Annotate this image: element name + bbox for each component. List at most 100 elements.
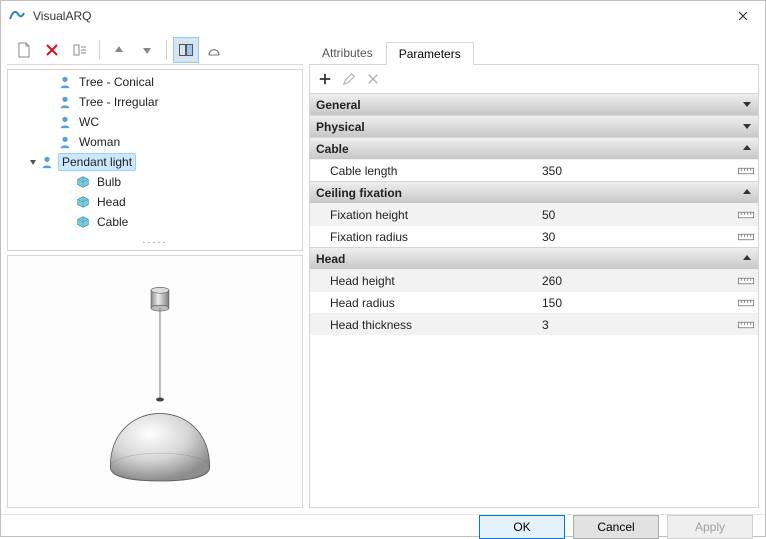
delete-parameter-button[interactable] (362, 68, 384, 90)
expand-arrow-icon[interactable] (44, 95, 58, 109)
parameter-name: Head thickness (310, 318, 542, 332)
add-parameter-button[interactable] (314, 68, 336, 90)
parameter-group-header[interactable]: Ceiling fixation (310, 181, 758, 203)
group-label: Head (316, 252, 345, 266)
tab-bar: Attributes Parameters (309, 39, 759, 65)
group-label: Physical (316, 120, 365, 134)
parameter-value[interactable]: 3 (542, 318, 734, 332)
tree-item-label: Cable (94, 214, 131, 230)
ruler-icon (734, 210, 758, 220)
app-window: VisualARQ (0, 0, 766, 537)
group-label: Ceiling fixation (316, 186, 402, 200)
parameters-panel: GeneralPhysicalCableCable length350Ceili… (309, 65, 759, 508)
parameter-name: Head radius (310, 296, 542, 310)
tree-item[interactable]: Bulb (8, 172, 302, 192)
parameter-row[interactable]: Fixation height50 (310, 203, 758, 225)
parameter-row[interactable]: Head height260 (310, 269, 758, 291)
cube-icon (76, 195, 90, 209)
parameter-group-header[interactable]: Cable (310, 137, 758, 159)
caret-down-icon (742, 98, 752, 112)
parameter-row[interactable]: Cable length350 (310, 159, 758, 181)
person-icon (58, 135, 72, 149)
parameter-group-header[interactable]: General (310, 93, 758, 115)
parameter-row[interactable]: Fixation radius30 (310, 225, 758, 247)
tree-item-label: Woman (76, 134, 123, 150)
cube-icon (76, 215, 90, 229)
parameter-name: Fixation height (310, 208, 542, 222)
ruler-icon (734, 298, 758, 308)
expand-arrow-icon[interactable] (44, 75, 58, 89)
tab-parameters[interactable]: Parameters (386, 42, 474, 65)
left-panel: Tree - Conical Tree - Irregular WC Woman Pen… (7, 35, 303, 508)
parameter-value[interactable]: 350 (542, 164, 734, 178)
toolbar-separator (99, 40, 100, 60)
toolbar-separator (166, 40, 167, 60)
ruler-icon (734, 276, 758, 286)
tab-attributes[interactable]: Attributes (309, 41, 386, 64)
expand-arrow-icon[interactable] (44, 115, 58, 129)
tree-item[interactable]: Woman (8, 132, 302, 152)
caret-down-icon (742, 120, 752, 134)
wireframe-toggle-button[interactable] (201, 37, 227, 63)
ok-button[interactable]: OK (479, 515, 565, 539)
parameter-row[interactable]: Head radius150 (310, 291, 758, 313)
move-down-button[interactable] (134, 37, 160, 63)
style-tree[interactable]: Tree - Conical Tree - Irregular WC Woman Pen… (7, 69, 303, 251)
expand-arrow-icon[interactable] (62, 215, 76, 229)
cancel-button[interactable]: Cancel (573, 515, 659, 539)
titlebar-left: VisualARQ (9, 6, 91, 27)
parameter-value[interactable]: 50 (542, 208, 734, 222)
caret-up-icon (742, 142, 752, 156)
parameter-name: Fixation radius (310, 230, 542, 244)
dialog-footer: OK Cancel Apply (1, 514, 765, 539)
ruler-icon (734, 320, 758, 330)
caret-up-icon (742, 252, 752, 266)
expand-arrow-icon[interactable] (44, 135, 58, 149)
tree-item[interactable]: Cable (8, 212, 302, 232)
ruler-icon (734, 166, 758, 176)
expand-arrow-icon[interactable] (62, 195, 76, 209)
tree-item-label: Bulb (94, 174, 124, 190)
group-label: General (316, 98, 361, 112)
person-icon (58, 75, 72, 89)
preview-viewport[interactable] (7, 255, 303, 508)
tree-item[interactable]: WC (8, 112, 302, 132)
window-close-button[interactable] (721, 1, 765, 31)
new-button[interactable] (11, 37, 37, 63)
apply-button[interactable]: Apply (667, 515, 753, 539)
move-up-button[interactable] (106, 37, 132, 63)
app-icon (9, 6, 25, 27)
titlebar: VisualARQ (1, 1, 765, 31)
group-label: Cable (316, 142, 349, 156)
tree-item-label: WC (76, 114, 102, 130)
delete-button[interactable] (39, 37, 65, 63)
person-icon (58, 115, 72, 129)
expand-arrow-icon[interactable] (26, 155, 40, 169)
window-title: VisualARQ (33, 9, 91, 23)
tree-item[interactable]: Tree - Conical (8, 72, 302, 92)
ruler-icon (734, 232, 758, 242)
parameters-toolbar (310, 65, 758, 93)
cube-icon (76, 175, 90, 189)
parameter-group-header[interactable]: Head (310, 247, 758, 269)
parameter-group-header[interactable]: Physical (310, 115, 758, 137)
tree-item-label: Tree - Conical (76, 74, 157, 90)
parameter-value[interactable]: 30 (542, 230, 734, 244)
parameter-name: Head height (310, 274, 542, 288)
tree-item-label: Head (94, 194, 129, 210)
parameter-name: Cable length (310, 164, 542, 178)
tree-item[interactable]: Head (8, 192, 302, 212)
expand-arrow-icon[interactable] (62, 175, 76, 189)
parameter-value[interactable]: 150 (542, 296, 734, 310)
preview-toggle-button[interactable] (173, 37, 199, 63)
edit-parameter-button[interactable] (338, 68, 360, 90)
parameter-row[interactable]: Head thickness3 (310, 313, 758, 335)
tree-item[interactable]: Tree - Irregular (8, 92, 302, 112)
person-icon (58, 95, 72, 109)
parameter-value[interactable]: 260 (542, 274, 734, 288)
tree-item[interactable]: Pendant light (8, 152, 302, 172)
tree-item-label: Pendant light (58, 153, 136, 171)
person-icon (40, 155, 54, 169)
caret-up-icon (742, 186, 752, 200)
rename-button[interactable] (67, 37, 93, 63)
